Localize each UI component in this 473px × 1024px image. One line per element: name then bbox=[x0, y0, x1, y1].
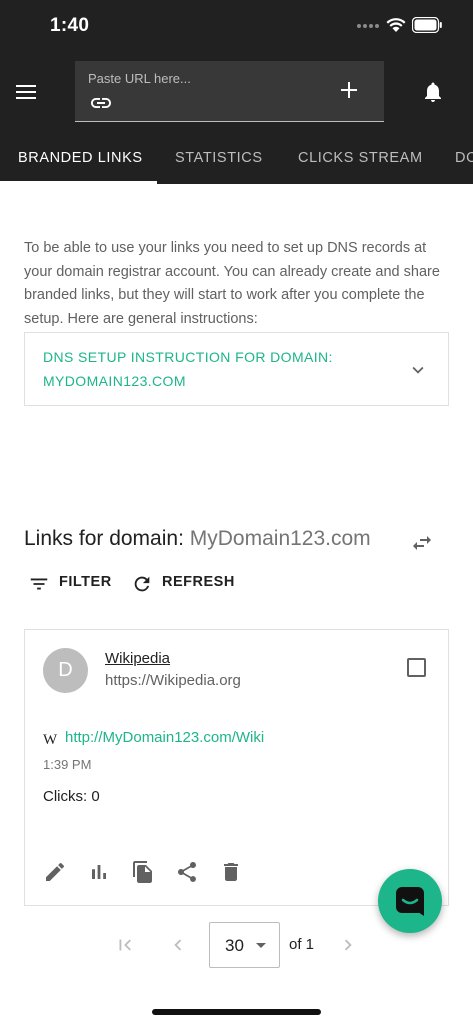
links-section-title: Links for domain: MyDomain123.com bbox=[24, 527, 371, 551]
signal-icon bbox=[356, 23, 380, 29]
edit-icon[interactable] bbox=[43, 860, 67, 889]
app-header: 1:40 Paste URL here... BRANDED LINKS STA… bbox=[0, 0, 473, 184]
page-count: of 1 bbox=[289, 936, 315, 953]
status-time: 1:40 bbox=[50, 15, 90, 36]
delete-icon[interactable] bbox=[219, 860, 243, 889]
dropdown-caret-icon bbox=[256, 943, 266, 948]
tab-bar: BRANDED LINKS STATISTICS CLICKS STREAM D… bbox=[0, 134, 473, 184]
page-size-select[interactable]: 30 bbox=[209, 922, 280, 968]
tab-statistics[interactable]: STATISTICS bbox=[175, 150, 263, 166]
url-input-placeholder: Paste URL here... bbox=[88, 71, 191, 86]
first-page-icon[interactable] bbox=[114, 934, 136, 961]
select-checkbox[interactable] bbox=[407, 658, 426, 677]
swap-domain-icon[interactable] bbox=[410, 531, 434, 560]
wifi-icon bbox=[386, 17, 406, 33]
previous-page-icon[interactable] bbox=[167, 934, 189, 961]
link-icon bbox=[89, 91, 113, 120]
refresh-icon bbox=[131, 573, 153, 599]
copy-icon[interactable] bbox=[131, 860, 155, 889]
next-page-icon[interactable] bbox=[337, 934, 359, 961]
tab-branded-links[interactable]: BRANDED LINKS bbox=[18, 150, 143, 166]
battery-icon bbox=[412, 17, 442, 33]
links-title-prefix: Links for domain: bbox=[24, 527, 184, 550]
dns-panel-title: DNS SETUP INSTRUCTION FOR DOMAIN: MYDOMA… bbox=[43, 349, 333, 389]
short-url-link[interactable]: http://MyDomain123.com/Wiki bbox=[65, 729, 264, 746]
link-clicks-count: Clicks: 0 bbox=[43, 788, 100, 805]
dns-notice-text: To be able to use your links you need to… bbox=[24, 240, 440, 327]
url-input[interactable]: Paste URL here... bbox=[75, 61, 384, 122]
chat-support-button[interactable] bbox=[378, 869, 442, 933]
tab-overflow[interactable]: DO bbox=[455, 150, 473, 166]
filter-label: FILTER bbox=[59, 574, 112, 590]
tab-clicks-stream[interactable]: CLICKS STREAM bbox=[298, 150, 423, 166]
filter-icon bbox=[28, 573, 50, 599]
menu-icon[interactable] bbox=[14, 80, 40, 104]
status-bar: 1:40 bbox=[0, 0, 473, 54]
links-title-domain: MyDomain123.com bbox=[189, 527, 371, 550]
stats-icon[interactable] bbox=[87, 860, 111, 889]
wikipedia-favicon-icon: W bbox=[43, 732, 58, 748]
original-url: https://Wikipedia.org bbox=[105, 672, 241, 689]
link-created-time: 1:39 PM bbox=[43, 757, 92, 772]
page-size-value: 30 bbox=[225, 936, 244, 955]
refresh-label: REFRESH bbox=[162, 574, 235, 590]
chevron-down-icon[interactable] bbox=[407, 359, 429, 386]
share-icon[interactable] bbox=[175, 860, 199, 889]
home-indicator bbox=[152, 1009, 321, 1015]
chat-icon bbox=[396, 887, 424, 916]
dns-instructions-panel[interactable]: DNS SETUP INSTRUCTION FOR DOMAIN: MYDOMA… bbox=[24, 332, 449, 406]
active-tab-indicator bbox=[0, 181, 157, 184]
bell-icon[interactable] bbox=[421, 80, 445, 109]
link-card: D Wikipedia https://Wikipedia.org W http… bbox=[24, 629, 449, 906]
avatar: D bbox=[43, 648, 88, 693]
add-link-button[interactable] bbox=[338, 79, 360, 106]
link-title[interactable]: Wikipedia bbox=[105, 650, 170, 667]
